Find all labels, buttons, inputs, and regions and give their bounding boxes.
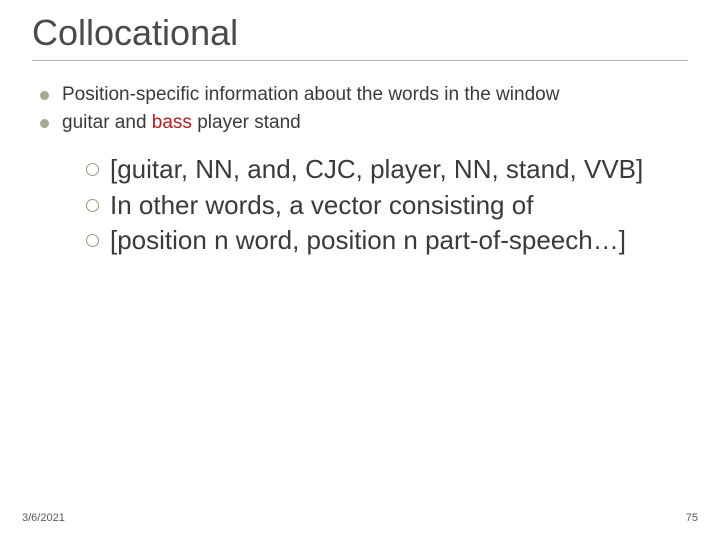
bullet-text-post: player stand (192, 112, 301, 133)
bullet-list-level1: Position-specific information about the … (40, 83, 688, 135)
footer-date: 3/6/2021 (22, 512, 65, 524)
list-item: In other words, a vector consisting of (86, 189, 688, 222)
footer-page-number: 75 (686, 512, 698, 524)
sub-bullet-text: In other words, a vector consisting of (110, 190, 533, 220)
sub-bullet-text: [guitar, NN, and, CJC, player, NN, stand… (110, 154, 643, 184)
list-item: [position n word, position n part-of-spe… (86, 224, 688, 257)
list-item: Position-specific information about the … (40, 83, 688, 108)
bullet-text-highlight: bass (152, 112, 192, 133)
bullet-text: Position-specific information about the … (62, 84, 559, 105)
list-item: guitar and bass player stand (40, 111, 688, 136)
slide-title: Collocational (32, 12, 688, 54)
bullet-list-level2: [guitar, NN, and, CJC, player, NN, stand… (86, 153, 688, 257)
sub-bullet-text: [position n word, position n part-of-spe… (110, 225, 626, 255)
title-divider (32, 60, 688, 61)
bullet-text-pre: guitar and (62, 112, 152, 133)
list-item: [guitar, NN, and, CJC, player, NN, stand… (86, 153, 688, 186)
